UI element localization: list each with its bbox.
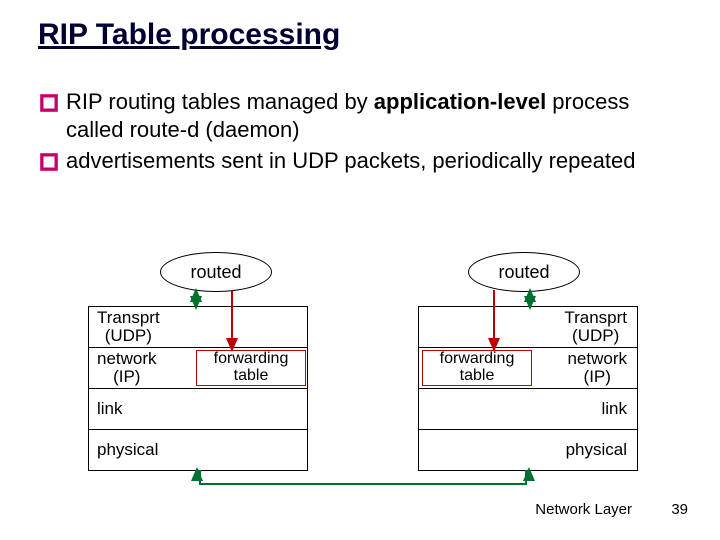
routed-process-left: routed: [160, 252, 272, 292]
slide-title: RIP Table processing: [38, 18, 340, 52]
bullet-1-text: RIP routing tables managed by applicatio…: [66, 88, 680, 143]
bullet-1-pre: RIP routing tables managed by: [66, 89, 374, 114]
bullet-2-text: advertisements sent in UDP packets, peri…: [66, 147, 635, 175]
left-network-label: network (IP): [89, 350, 165, 386]
left-physical-label: physical: [89, 441, 166, 459]
bullet-2: advertisements sent in UDP packets, peri…: [38, 147, 680, 175]
bullet-1-bold: application-level: [374, 89, 546, 114]
bullet-marker-icon: [38, 92, 60, 114]
footer-page-number: 39: [671, 501, 688, 518]
protocol-stack-right: Transprt (UDP) network (IP) link physica…: [418, 306, 638, 471]
routed-process-right: routed: [468, 252, 580, 292]
left-link-layer: link: [89, 388, 307, 429]
right-network-label: network (IP): [559, 350, 637, 386]
footer-label: Network Layer: [535, 501, 632, 518]
left-transport-label: Transprt (UDP): [89, 309, 168, 345]
protocol-stack-left: Transprt (UDP) network (IP) link physica…: [88, 306, 308, 471]
right-physical-label: physical: [558, 441, 637, 459]
right-transport-label: Transprt (UDP): [556, 309, 637, 345]
right-transport-layer: Transprt (UDP): [419, 307, 637, 347]
bullet-2-pre: advertisements sent in UDP packets, peri…: [66, 148, 635, 173]
forwarding-table-right: forwarding table: [422, 350, 532, 386]
right-physical-layer: physical: [419, 429, 637, 470]
right-link-layer: link: [419, 388, 637, 429]
bullet-1: RIP routing tables managed by applicatio…: [38, 88, 680, 143]
left-transport-layer: Transprt (UDP): [89, 307, 307, 347]
left-physical-layer: physical: [89, 429, 307, 470]
right-link-label: link: [593, 400, 637, 418]
left-link-label: link: [89, 400, 131, 418]
bullet-list: RIP routing tables managed by applicatio…: [38, 88, 680, 179]
bullet-marker-icon: [38, 151, 60, 173]
forwarding-table-left: forwarding table: [196, 350, 306, 386]
